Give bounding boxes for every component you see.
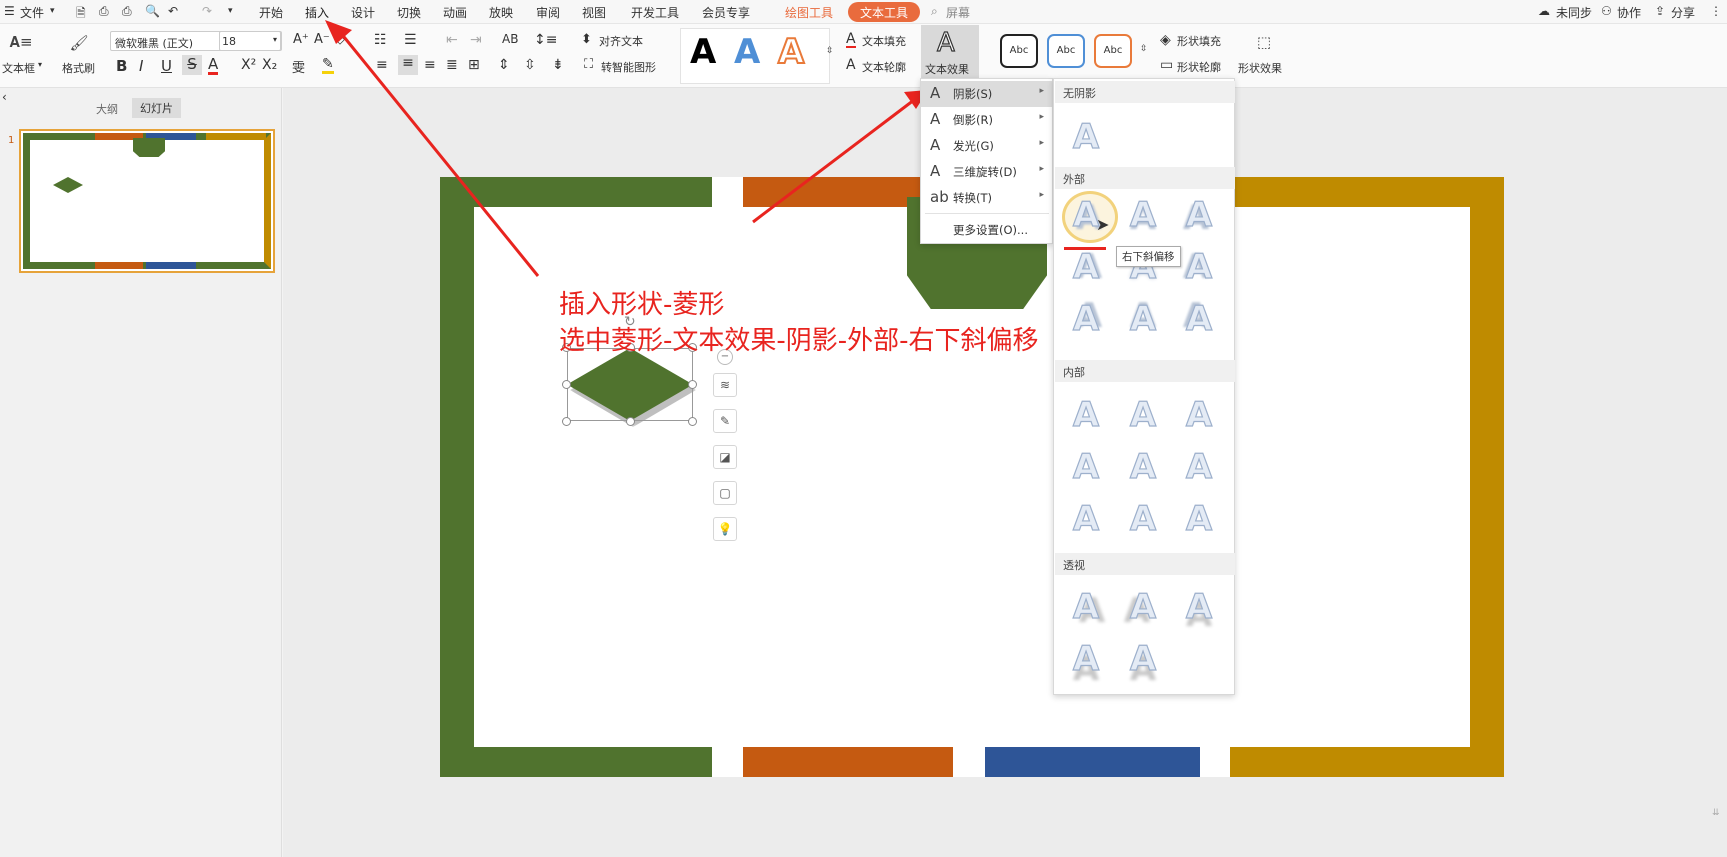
- arrow-to-shadow-menu: [752, 98, 915, 224]
- shadow-option-inner-5[interactable]: A: [1123, 445, 1163, 489]
- 3d-rotation-icon: A: [930, 162, 941, 180]
- menu-item-label: 倒影(R): [953, 113, 993, 127]
- section-no-shadow: 无阴影: [1055, 81, 1235, 103]
- shadow-option-inner-6[interactable]: A: [1179, 445, 1219, 489]
- chevron-right-icon: ▸: [1039, 112, 1044, 122]
- shadow-option-inner-1[interactable]: A: [1066, 393, 1106, 437]
- menu-item-more-settings[interactable]: 更多设置(O)...: [921, 217, 1052, 243]
- shadow-option-perspective-1[interactable]: A: [1066, 585, 1106, 629]
- shadow-icon: A: [930, 84, 941, 102]
- menu-item-glow[interactable]: A 发光(G) ▸: [921, 133, 1052, 159]
- shadow-gallery: 无阴影 A 外部 A A A A A A A A A ➤ 右下斜偏移 内部 A …: [1053, 78, 1235, 695]
- shadow-option-outer-top-right[interactable]: A: [1066, 297, 1106, 341]
- shadow-option-outer-top[interactable]: A: [1123, 297, 1163, 341]
- annotation-arrows: [325, 20, 928, 277]
- menu-item-reflection[interactable]: A 倒影(R) ▸: [921, 107, 1052, 133]
- glow-icon: A: [930, 136, 941, 154]
- shadow-option-outer-top-left[interactable]: A: [1179, 297, 1219, 341]
- menu-item-label: 更多设置(O)...: [953, 223, 1028, 237]
- transform-icon: ab: [930, 188, 949, 206]
- text-effect-menu: A 阴影(S) ▸ A 倒影(R) ▸ A 发光(G) ▸ A 三维旋转(D) ▸ ab 转换(T…: [920, 78, 1053, 244]
- menu-item-3d-rotation[interactable]: A 三维旋转(D) ▸: [921, 159, 1052, 185]
- chevron-right-icon: ▸: [1039, 138, 1044, 148]
- shadow-option-inner-4[interactable]: A: [1066, 445, 1106, 489]
- section-inner: 内部: [1055, 360, 1235, 382]
- shadow-option-perspective-5[interactable]: A: [1123, 637, 1163, 681]
- shadow-option-outer-bottom[interactable]: A: [1123, 193, 1163, 237]
- scroll-down-icon[interactable]: ⇊: [1712, 808, 1720, 818]
- menu-item-transform[interactable]: ab 转换(T) ▸: [921, 185, 1052, 211]
- mouse-cursor-icon: ➤: [1096, 215, 1110, 234]
- menu-item-shadow[interactable]: A 阴影(S) ▸: [921, 81, 1052, 107]
- shadow-option-inner-9[interactable]: A: [1179, 497, 1219, 541]
- shadow-option-none[interactable]: A: [1066, 115, 1106, 159]
- chevron-right-icon: ▸: [1039, 164, 1044, 174]
- chevron-right-icon: ▸: [1039, 86, 1044, 96]
- shadow-option-outer-left[interactable]: A: [1179, 245, 1219, 289]
- shadow-option-outer-bottom-left[interactable]: A: [1179, 193, 1219, 237]
- menu-divider: [925, 213, 1049, 214]
- menu-item-label: 阴影(S): [953, 87, 993, 101]
- section-outer: 外部: [1055, 167, 1235, 189]
- shadow-option-inner-8[interactable]: A: [1123, 497, 1163, 541]
- shadow-option-outer-right[interactable]: A: [1066, 245, 1106, 289]
- shadow-option-perspective-4[interactable]: A: [1066, 637, 1106, 681]
- menu-item-label: 转换(T): [953, 191, 992, 205]
- chevron-right-icon: ▸: [1039, 190, 1044, 200]
- shadow-option-perspective-3[interactable]: A: [1179, 585, 1219, 629]
- menu-item-label: 三维旋转(D): [953, 165, 1017, 179]
- section-perspective: 透视: [1055, 553, 1235, 575]
- arrow-to-insert-tab: [338, 31, 540, 277]
- menu-item-label: 发光(G): [953, 139, 994, 153]
- tooltip: 右下斜偏移: [1116, 246, 1181, 267]
- shadow-option-inner-3[interactable]: A: [1179, 393, 1219, 437]
- shadow-option-inner-2[interactable]: A: [1123, 393, 1163, 437]
- shadow-option-perspective-2[interactable]: A: [1123, 585, 1163, 629]
- reflection-icon: A: [930, 110, 941, 128]
- shadow-option-inner-7[interactable]: A: [1066, 497, 1106, 541]
